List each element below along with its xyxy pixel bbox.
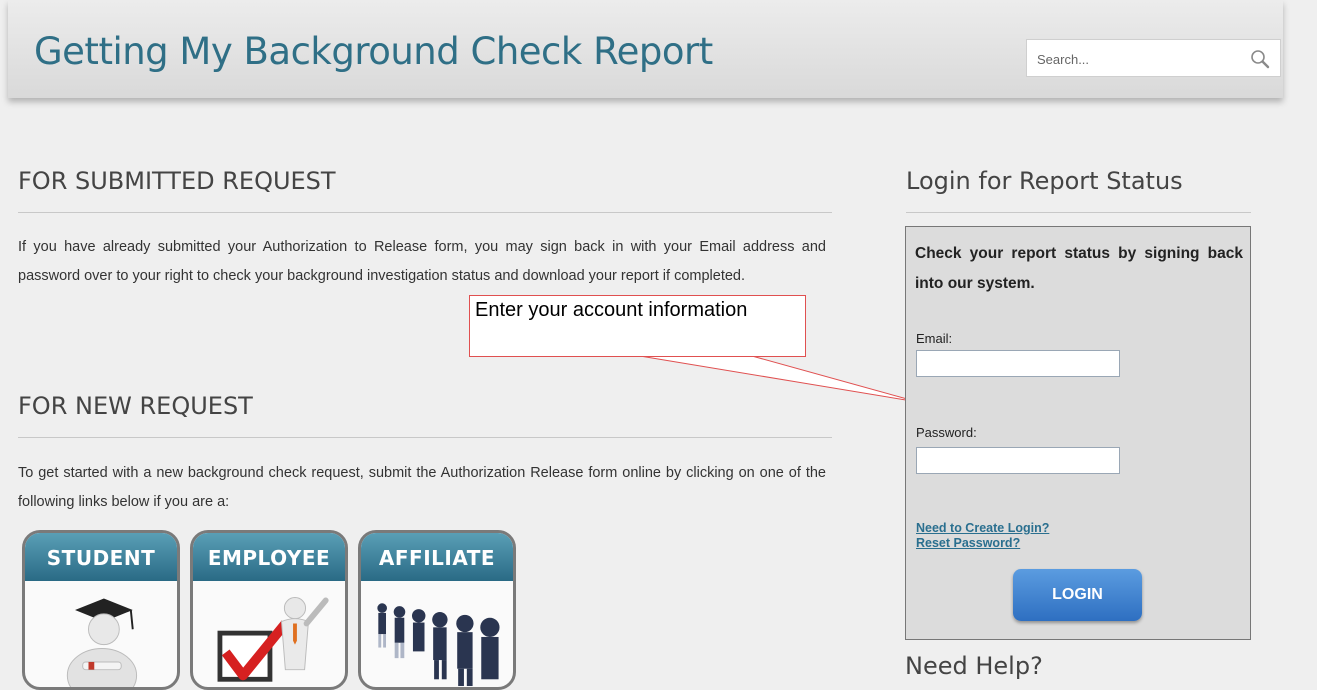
new-request-heading: FOR NEW REQUEST xyxy=(18,392,253,420)
divider xyxy=(906,212,1251,213)
reset-password-link[interactable]: Reset Password? xyxy=(916,536,1020,550)
login-button[interactable]: LOGIN xyxy=(1013,569,1142,621)
new-request-text: To get started with a new background che… xyxy=(18,465,826,510)
login-panel: Check your report status by signing back… xyxy=(905,226,1251,640)
page-title: Getting My Background Check Report xyxy=(34,30,713,73)
people-group-icon xyxy=(377,603,500,687)
student-tile[interactable]: STUDENT xyxy=(22,530,180,690)
callout-text: Enter your account information xyxy=(475,299,748,321)
submitted-text: If you have already submitted your Autho… xyxy=(18,239,826,284)
login-intro: Check your report status by signing back… xyxy=(915,245,1243,292)
password-field[interactable] xyxy=(916,447,1120,474)
checkmark-icon xyxy=(217,597,329,682)
search-input[interactable] xyxy=(1035,49,1239,69)
divider xyxy=(18,212,832,213)
page-header: Getting My Background Check Report xyxy=(8,0,1283,98)
email-field[interactable] xyxy=(916,350,1120,377)
password-label: Password: xyxy=(916,425,977,440)
create-login-link[interactable]: Need to Create Login? xyxy=(916,521,1049,535)
search-icon[interactable] xyxy=(1250,49,1270,69)
employee-tile[interactable]: EMPLOYEE xyxy=(190,530,348,690)
affiliate-tile-label: AFFILIATE xyxy=(361,533,513,581)
need-help-heading: Need Help? xyxy=(905,652,1043,680)
email-label: Email: xyxy=(916,331,953,346)
submitted-heading: FOR SUBMITTED REQUEST xyxy=(18,167,336,195)
graduate-icon xyxy=(66,598,138,687)
affiliate-tile[interactable]: AFFILIATE xyxy=(358,530,516,690)
employee-tile-label: EMPLOYEE xyxy=(193,533,345,581)
student-tile-label: STUDENT xyxy=(25,533,177,581)
callout-annotation: Enter your account information xyxy=(469,295,806,357)
search-box[interactable] xyxy=(1026,39,1281,77)
divider xyxy=(18,437,832,438)
login-heading: Login for Report Status xyxy=(906,167,1183,195)
